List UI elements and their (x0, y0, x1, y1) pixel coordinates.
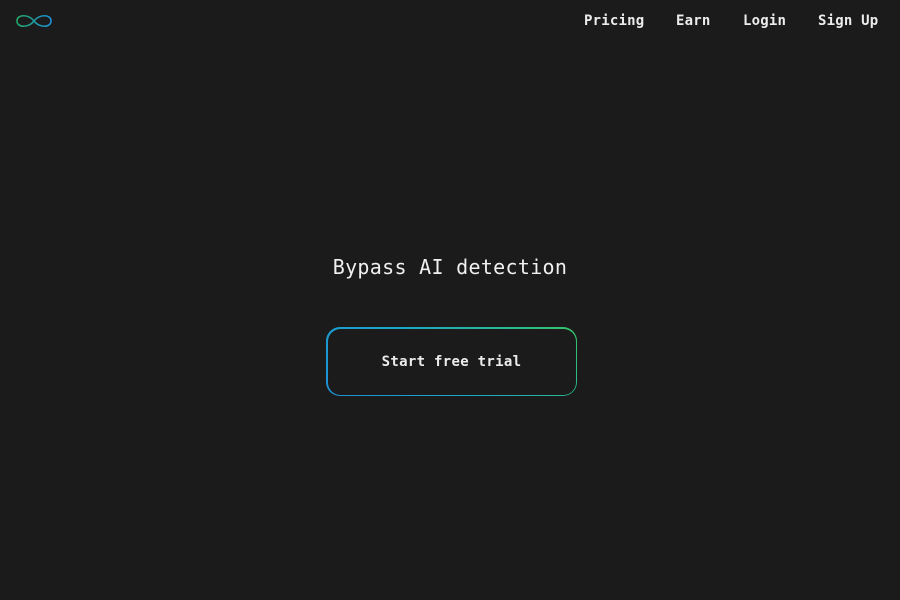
nav-earn-link[interactable]: Earn (676, 11, 711, 31)
nav-signup-link[interactable]: Sign Up (818, 11, 878, 31)
nav-login-link[interactable]: Login (743, 11, 786, 31)
nav-pricing-link[interactable]: Pricing (584, 11, 644, 31)
start-trial-button-frame[interactable]: Start free trial (326, 327, 577, 396)
hero-title: Bypass AI detection (332, 255, 568, 279)
logo-link[interactable] (12, 9, 56, 33)
start-trial-button[interactable]: Start free trial (327, 328, 576, 395)
infinity-icon (16, 14, 52, 28)
